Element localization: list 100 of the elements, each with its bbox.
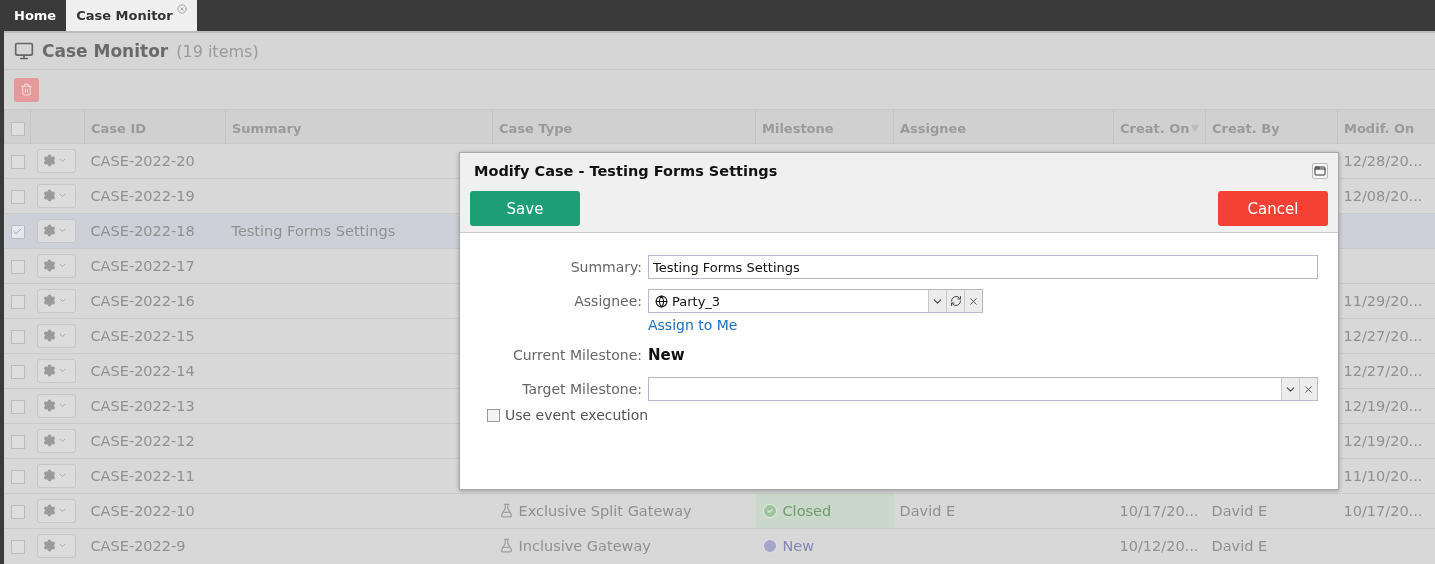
gear-icon <box>42 399 56 412</box>
gear-menu-button[interactable] <box>36 533 76 558</box>
gear-menu-button[interactable] <box>36 393 76 418</box>
table-cell: CASE-2022-16 <box>90 292 195 309</box>
checkbox-label: Use event execution <box>505 407 649 423</box>
gear-menu-button[interactable] <box>36 253 76 278</box>
monitor-icon <box>14 41 34 61</box>
gear-icon <box>42 224 56 237</box>
gear-menu-button[interactable] <box>36 498 76 523</box>
table-cell: 12/19/20... <box>1343 397 1423 414</box>
table-cell: CASE-2022-20 <box>90 152 195 169</box>
gear-icon <box>42 259 56 272</box>
dialog-button[interactable]: Cancel <box>1218 191 1328 226</box>
table-cell: CASE-2022-17 <box>90 257 195 274</box>
trash-icon <box>20 83 33 96</box>
table-cell: David E <box>899 502 956 519</box>
assignee-combo[interactable]: Party_3 <box>648 289 983 313</box>
table-cell: Exclusive Split Gateway <box>518 502 692 519</box>
table-cell: 12/28/20... <box>1343 152 1423 169</box>
table-cell: 12/27/20... <box>1343 362 1423 379</box>
gear-menu-button[interactable] <box>36 148 76 173</box>
combo-value: Party_3 <box>672 293 721 309</box>
table-cell: 12/19/20... <box>1343 432 1423 449</box>
checkbox[interactable] <box>11 122 25 136</box>
gear-menu-button[interactable] <box>36 288 76 313</box>
checkbox[interactable] <box>10 189 25 204</box>
checkbox[interactable] <box>10 224 25 239</box>
table-cell: David E <box>1211 502 1268 519</box>
caret-icon <box>57 226 67 235</box>
dropdown-button[interactable] <box>928 290 946 312</box>
check-icon <box>12 226 23 237</box>
clear-button[interactable] <box>964 290 982 312</box>
checkbox[interactable] <box>10 294 25 309</box>
checkbox[interactable] <box>10 469 25 484</box>
maximize-button[interactable] <box>1312 163 1328 179</box>
globe-icon <box>655 294 668 308</box>
checkbox[interactable] <box>10 539 25 554</box>
gear-icon <box>42 294 56 307</box>
delete-button[interactable] <box>14 77 39 102</box>
gear-menu-button[interactable] <box>36 358 76 383</box>
gear-icon <box>42 539 56 553</box>
dropdown-button[interactable] <box>1281 378 1299 400</box>
dialog-button[interactable]: Save <box>470 191 580 226</box>
table-cell: CASE-2022-18 <box>90 222 195 239</box>
table-cell: 12/08/20... <box>1343 187 1423 204</box>
gear-icon <box>42 504 56 517</box>
table-cell: CASE-2022-9 <box>90 537 186 554</box>
milestone-status: Closed <box>782 502 832 519</box>
caret-icon <box>57 401 67 410</box>
assign-link[interactable]: Assign to Me <box>648 317 738 333</box>
refresh-button[interactable] <box>946 290 964 312</box>
dialog-title: Modify Case - Testing Forms Settings <box>474 163 778 179</box>
caret-icon <box>57 191 67 200</box>
refresh-icon <box>949 295 962 307</box>
close-icon <box>968 295 979 307</box>
checkbox[interactable] <box>10 154 25 169</box>
checkbox[interactable] <box>10 504 25 519</box>
table-cell: CASE-2022-12 <box>90 432 195 449</box>
clear-button[interactable] <box>1299 378 1317 400</box>
table-cell: CASE-2022-13 <box>90 397 195 414</box>
table-cell: 11/10/20... <box>1343 467 1423 484</box>
gear-icon <box>42 434 56 447</box>
caret-icon <box>57 471 67 480</box>
caret-icon <box>57 261 67 270</box>
close-icon[interactable] <box>176 4 187 14</box>
table-cell: Inclusive Gateway <box>518 537 651 554</box>
checkbox[interactable] <box>10 364 25 379</box>
gear-menu-button[interactable] <box>36 183 76 208</box>
table-cell: CASE-2022-10 <box>90 502 195 519</box>
tab[interactable]: Case Monitor <box>66 0 197 31</box>
close-icon <box>1303 383 1314 395</box>
checkbox[interactable] <box>10 259 25 274</box>
caret-icon <box>57 156 67 165</box>
checkbox[interactable] <box>487 408 500 422</box>
gear-menu-button[interactable] <box>36 323 76 348</box>
gear-icon <box>42 329 56 342</box>
field-label: Target Milestone: <box>521 380 642 399</box>
checkbox[interactable] <box>10 434 25 449</box>
table-cell: David E <box>1211 537 1268 554</box>
caret-icon <box>57 506 67 515</box>
checkbox[interactable] <box>10 329 25 344</box>
window-icon <box>1314 165 1326 177</box>
flask-icon <box>498 538 514 554</box>
field-label: Assignee: <box>573 292 642 311</box>
table-cell: 11/29/20... <box>1343 292 1423 309</box>
gear-menu-button[interactable] <box>36 463 76 488</box>
table-cell: CASE-2022-15 <box>90 327 195 344</box>
table-cell: 10/17/20... <box>1343 502 1423 519</box>
gear-icon <box>42 469 56 482</box>
gear-menu-button[interactable] <box>36 428 76 453</box>
summary-field[interactable]: Testing Forms Settings <box>648 255 1318 279</box>
gear-icon <box>42 189 56 202</box>
table-cell: 10/17/20... <box>1119 502 1199 519</box>
gear-icon <box>42 154 56 167</box>
checkbox[interactable] <box>10 399 25 414</box>
gear-menu-button[interactable] <box>36 218 76 243</box>
table-cell: CASE-2022-14 <box>90 362 195 379</box>
milestone-value: New <box>648 345 686 366</box>
table-cell: 10/12/20... <box>1119 537 1199 554</box>
page-title: Case Monitor <box>42 41 169 61</box>
